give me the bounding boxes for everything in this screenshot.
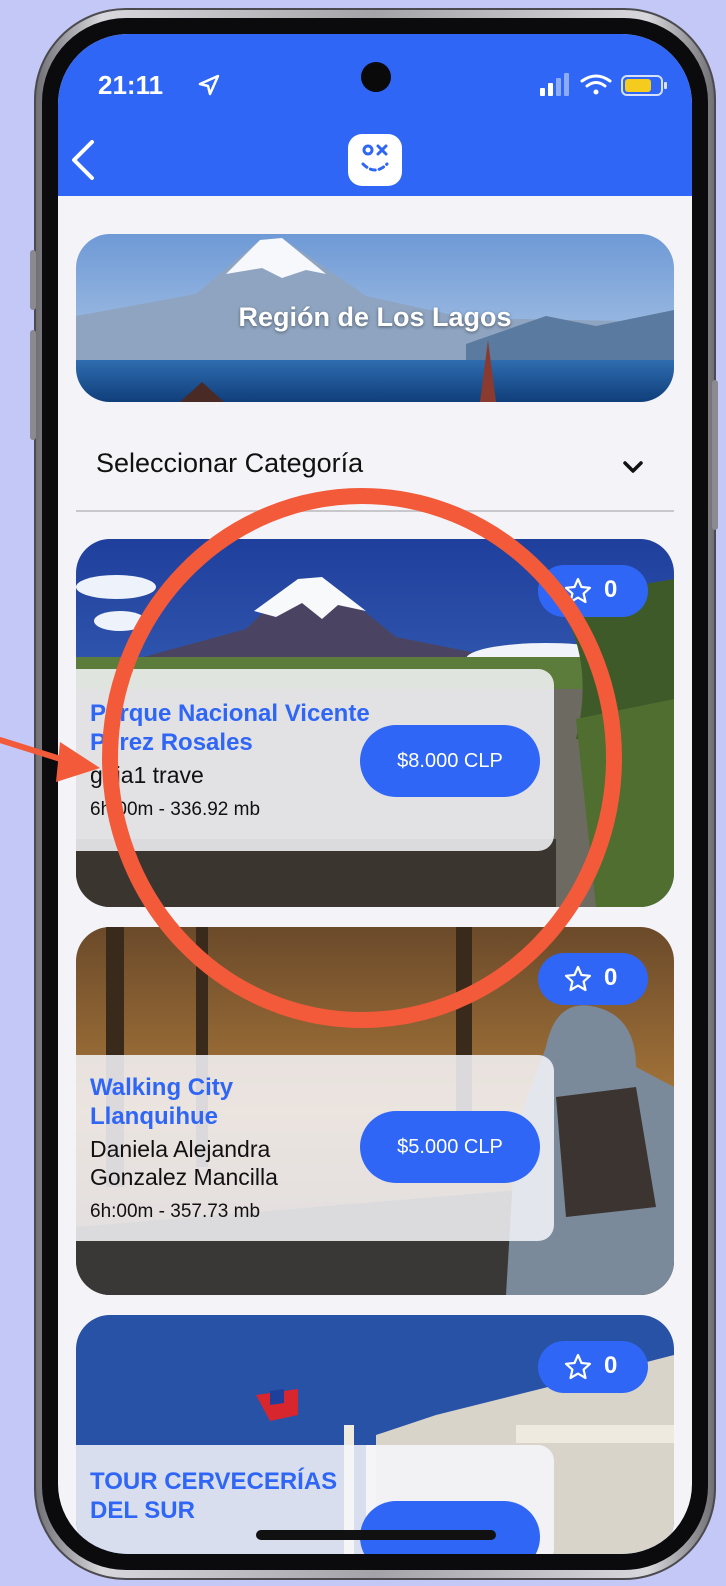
favorite-count: 0 (604, 1352, 618, 1379)
tour-card[interactable]: 0 Walking City Llanquihue Daniela Alejan… (76, 927, 674, 1295)
tour-info-panel: Walking City Llanquihue Daniela Alejandr… (76, 1055, 554, 1241)
tour-author: guia1 trave (90, 762, 204, 788)
tour-card[interactable]: 0 Parque Nacional Vicente Perez Rosales … (76, 539, 674, 907)
status-icons (540, 73, 667, 96)
star-icon (564, 1353, 592, 1380)
home-indicator (256, 1530, 496, 1540)
status-time: 21:11 (98, 70, 164, 100)
category-select-value: Seleccionar Categoría (96, 448, 364, 478)
favorite-button[interactable]: 0 (538, 565, 648, 617)
region-title: Región de Los Lagos (238, 302, 512, 332)
tour-title: Parque Nacional Vicente Perez Rosales (90, 700, 370, 756)
location-arrow-icon (198, 74, 220, 96)
wifi-icon (580, 74, 612, 95)
tour-card[interactable]: 0 TOUR CERVECERÍAS DEL SUR (76, 1315, 674, 1554)
tour-title: Walking City Llanquihue (90, 1074, 234, 1130)
phone-side-button (712, 380, 718, 530)
back-button[interactable] (68, 138, 98, 182)
signal-icon (540, 73, 569, 96)
favorite-button[interactable]: 0 (538, 953, 648, 1005)
tour-price-button[interactable]: $8.000 CLP (360, 725, 540, 797)
smiley-face-logo-icon (361, 144, 389, 172)
tour-duration-size: 6h:00m - 336.92 mb (90, 799, 261, 820)
star-icon (564, 577, 592, 604)
region-hero-banner: Región de Los Lagos (76, 234, 674, 402)
chevron-down-icon (623, 461, 643, 473)
front-camera (361, 62, 391, 92)
tour-author: Daniela Alejandra Gonzalez Mancilla (90, 1136, 278, 1190)
star-icon (564, 965, 592, 992)
tour-title: TOUR CERVECERÍAS DEL SUR (90, 1468, 338, 1524)
app-logo (348, 134, 402, 186)
favorite-count: 0 (604, 964, 618, 991)
tour-price-button[interactable] (360, 1501, 540, 1554)
category-select[interactable]: Seleccionar Categoría (76, 434, 674, 512)
phone-side-button (30, 250, 36, 310)
tour-price-button[interactable]: $5.000 CLP (360, 1111, 540, 1183)
battery-icon (621, 75, 667, 96)
top-bar: 21:11 (58, 34, 692, 196)
favorite-count: 0 (604, 576, 618, 603)
favorite-button[interactable]: 0 (538, 1341, 648, 1393)
phone-side-button (30, 330, 36, 440)
tour-info-panel: Parque Nacional Vicente Perez Rosales gu… (76, 669, 554, 851)
tour-duration-size: 6h:00m - 357.73 mb (90, 1201, 261, 1222)
app-screen: 21:11 Región de Los Lagos Seleccionar Ca… (58, 34, 692, 1554)
